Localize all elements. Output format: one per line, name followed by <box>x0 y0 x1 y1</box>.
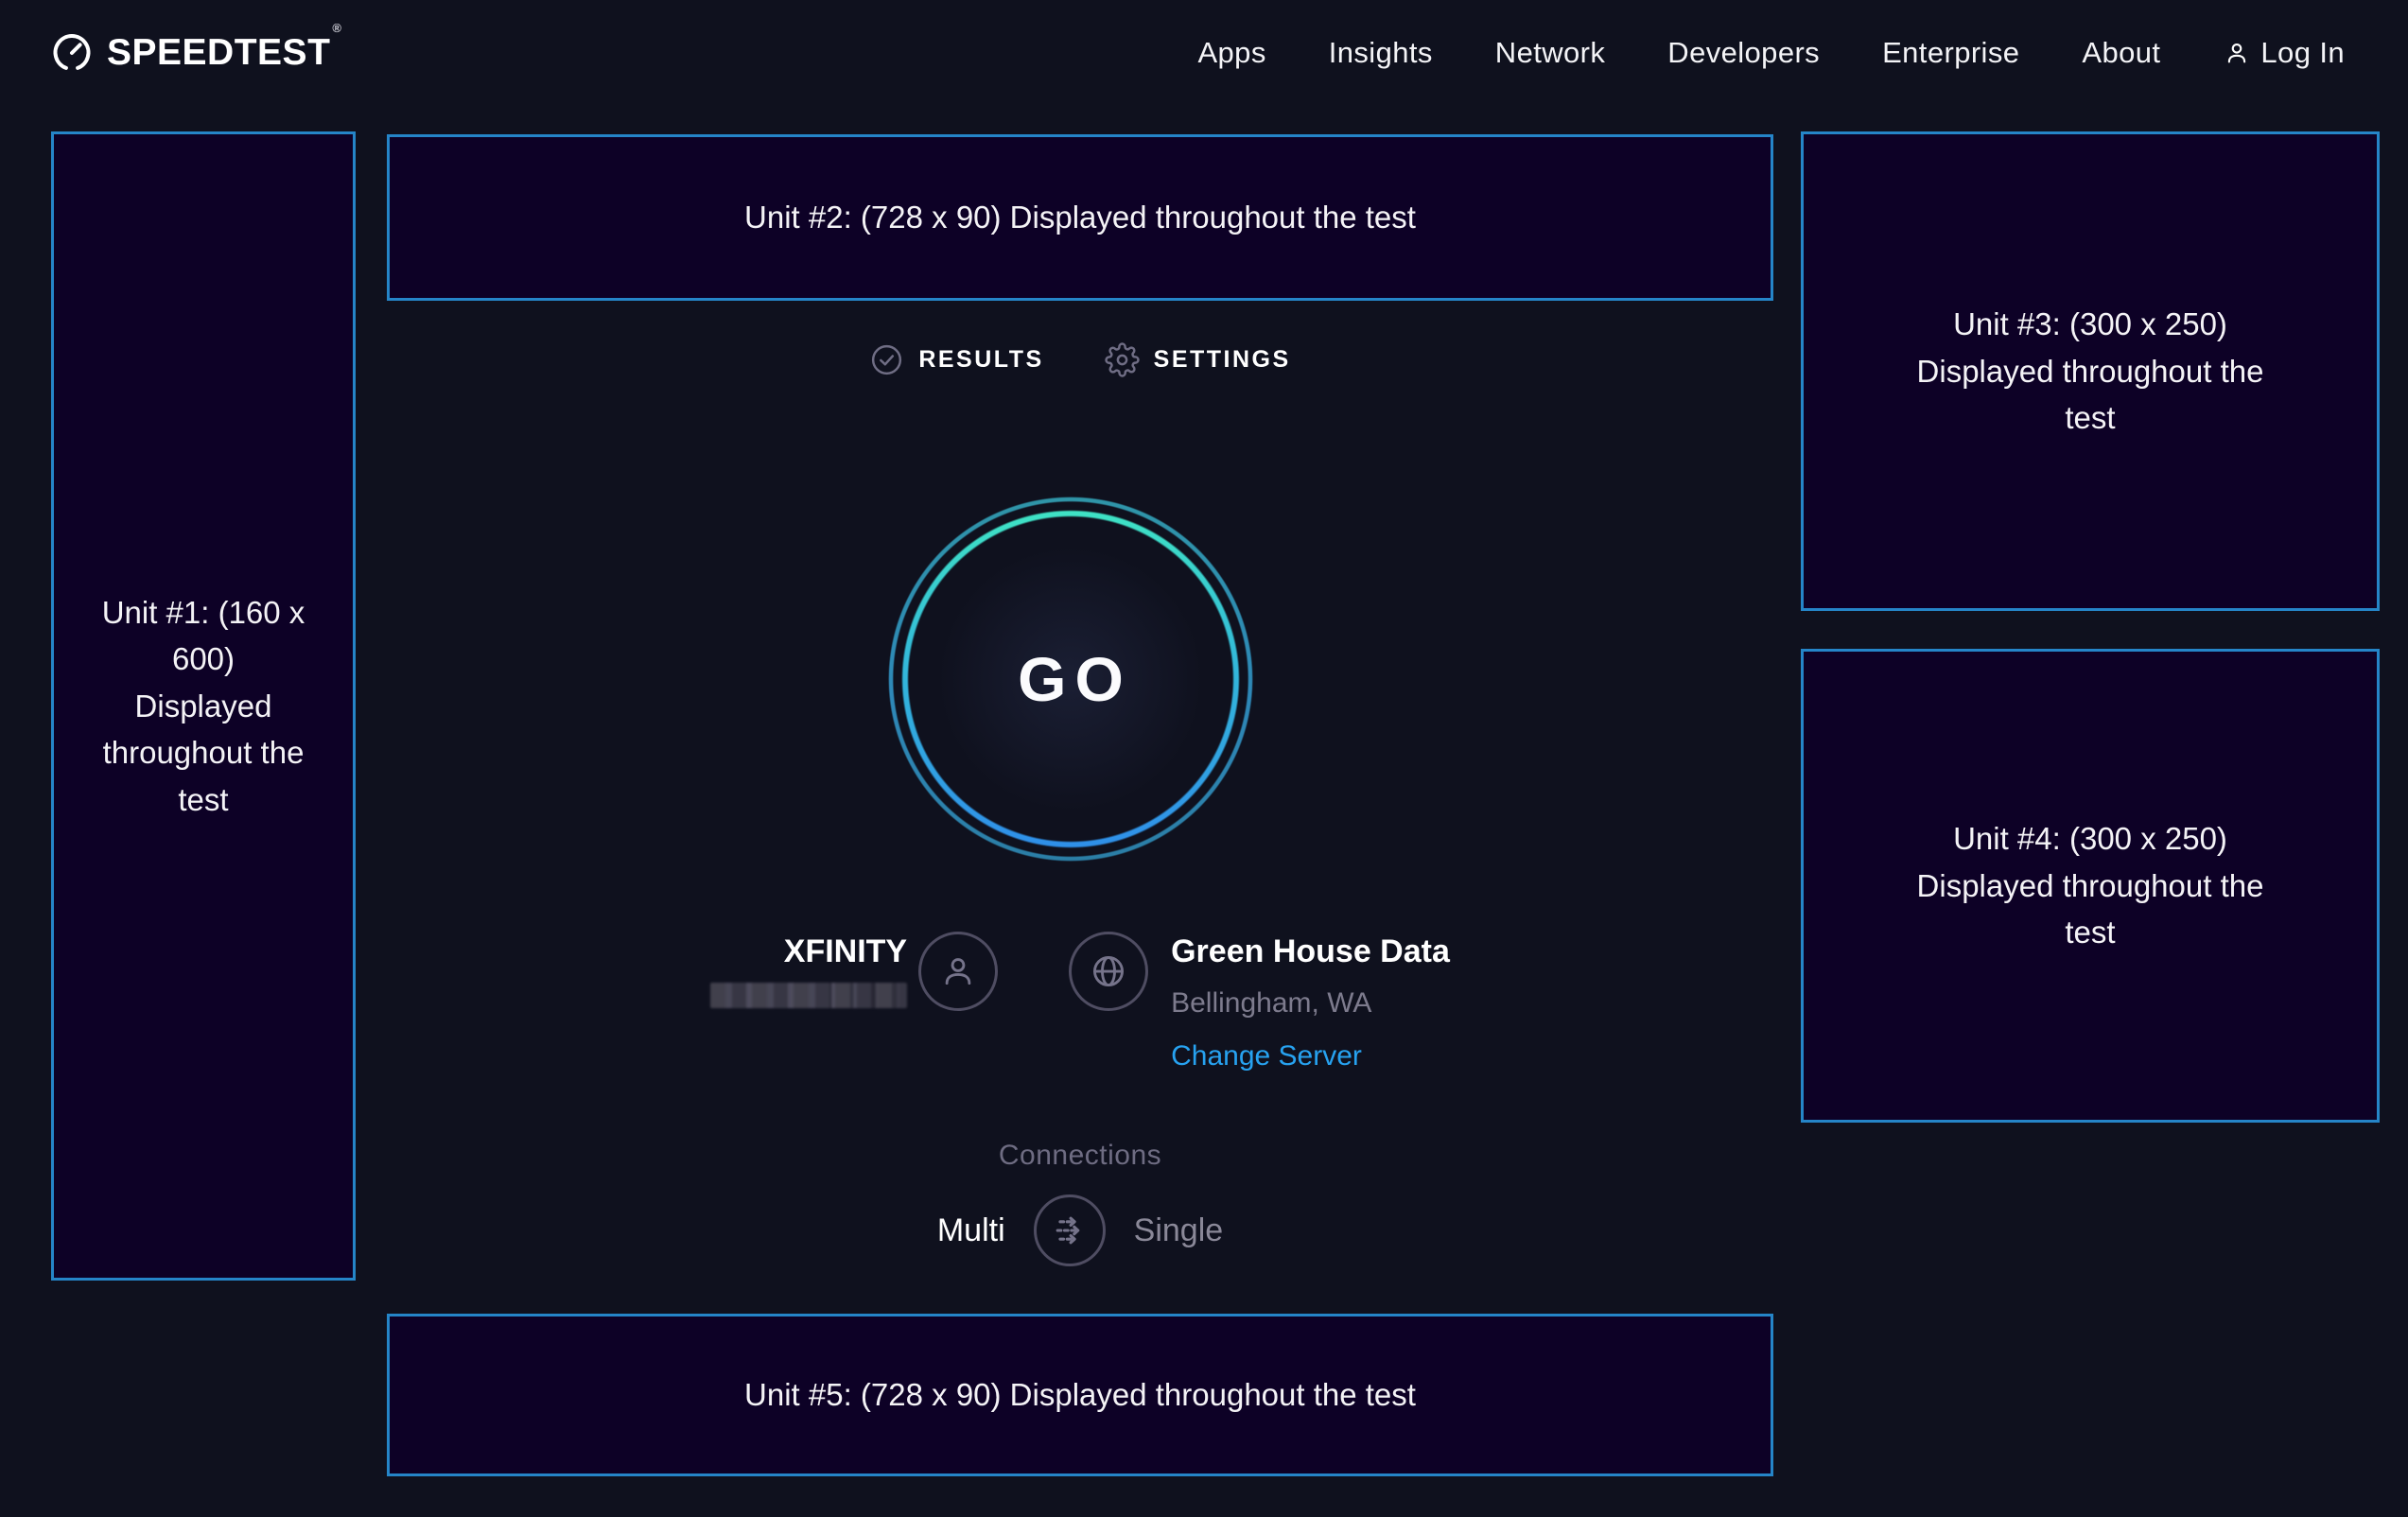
ad-unit-3[interactable]: Unit #3: (300 x 250) Displayed throughou… <box>1801 131 2380 611</box>
isp-avatar <box>918 932 998 1011</box>
server-block: Green House Data Bellingham, WA Change S… <box>1069 932 1450 1073</box>
connections-option-multi[interactable]: Multi <box>937 1212 1005 1249</box>
isp-block: XFINITY <box>710 932 998 1011</box>
isp-name[interactable]: XFINITY <box>784 932 907 971</box>
nav-item-network[interactable]: Network <box>1495 36 1606 70</box>
go-button-label: GO <box>888 497 1253 862</box>
user-icon <box>936 950 980 993</box>
ad-unit-2[interactable]: Unit #2: (728 x 90) Displayed throughout… <box>387 134 1773 301</box>
connections-section: Connections Multi Single <box>387 1140 1773 1266</box>
server-location: Bellingham, WA <box>1171 986 1371 1020</box>
registered-trademark: ® <box>332 21 341 35</box>
ad-unit-5-label: Unit #5: (728 x 90) Displayed throughout… <box>744 1371 1416 1419</box>
brand-name: SPEEDTEST® <box>107 32 340 74</box>
connections-toggle-row: Multi Single <box>937 1194 1223 1266</box>
ip-address-redacted <box>710 983 907 1008</box>
nav-item-enterprise[interactable]: Enterprise <box>1882 36 2019 70</box>
ad-unit-1-label: Unit #1: (160 x 600) Displayed throughou… <box>102 589 305 824</box>
server-text: Green House Data Bellingham, WA Change S… <box>1171 932 1450 1073</box>
multi-connection-arrows-icon <box>1049 1210 1091 1251</box>
server-globe-badge <box>1069 932 1148 1011</box>
tab-results-label: RESULTS <box>918 346 1043 374</box>
log-in-button[interactable]: Log In <box>2223 36 2345 70</box>
speedometer-gauge-icon <box>52 33 92 73</box>
results-settings-tabs: RESULTS SETTINGS <box>387 342 1773 377</box>
ad-unit-5[interactable]: Unit #5: (728 x 90) Displayed throughout… <box>387 1314 1773 1476</box>
nav-item-developers[interactable]: Developers <box>1667 36 1820 70</box>
isp-text: XFINITY <box>710 932 907 1008</box>
nav-item-about[interactable]: About <box>2082 36 2160 70</box>
ad-unit-3-label: Unit #3: (300 x 250) Displayed throughou… <box>1901 301 2279 442</box>
tab-results[interactable]: RESULTS <box>869 342 1043 377</box>
nav-item-insights[interactable]: Insights <box>1329 36 1433 70</box>
globe-icon <box>1087 950 1130 993</box>
go-button[interactable]: GO <box>888 497 1253 862</box>
connections-label: Connections <box>999 1140 1161 1172</box>
connections-option-single[interactable]: Single <box>1134 1212 1224 1249</box>
ad-unit-4[interactable]: Unit #4: (300 x 250) Displayed throughou… <box>1801 649 2380 1123</box>
tab-settings-label: SETTINGS <box>1154 346 1291 374</box>
ad-unit-2-label: Unit #2: (728 x 90) Displayed throughout… <box>744 194 1416 241</box>
tab-settings[interactable]: SETTINGS <box>1105 342 1291 377</box>
ad-unit-1[interactable]: Unit #1: (160 x 600) Displayed throughou… <box>51 131 356 1281</box>
gear-icon <box>1105 342 1140 377</box>
primary-nav: Apps Insights Network Developers Enterpr… <box>1197 0 2345 106</box>
top-nav-bar: SPEEDTEST® Apps Insights Network Develop… <box>0 0 2408 106</box>
check-circle-icon <box>869 342 904 377</box>
connections-toggle-button[interactable] <box>1034 1194 1106 1266</box>
change-server-link[interactable]: Change Server <box>1171 1039 1362 1073</box>
log-in-label: Log In <box>2260 36 2345 70</box>
user-icon <box>2223 39 2251 67</box>
speedtest-page: SPEEDTEST® Apps Insights Network Develop… <box>0 0 2408 1517</box>
nav-item-apps[interactable]: Apps <box>1197 36 1265 70</box>
speedtest-logo[interactable]: SPEEDTEST® <box>52 32 340 74</box>
connection-info-row: XFINITY Green House Data Belling <box>387 932 1773 1073</box>
server-name: Green House Data <box>1171 932 1450 971</box>
ad-unit-4-label: Unit #4: (300 x 250) Displayed throughou… <box>1901 815 2279 956</box>
